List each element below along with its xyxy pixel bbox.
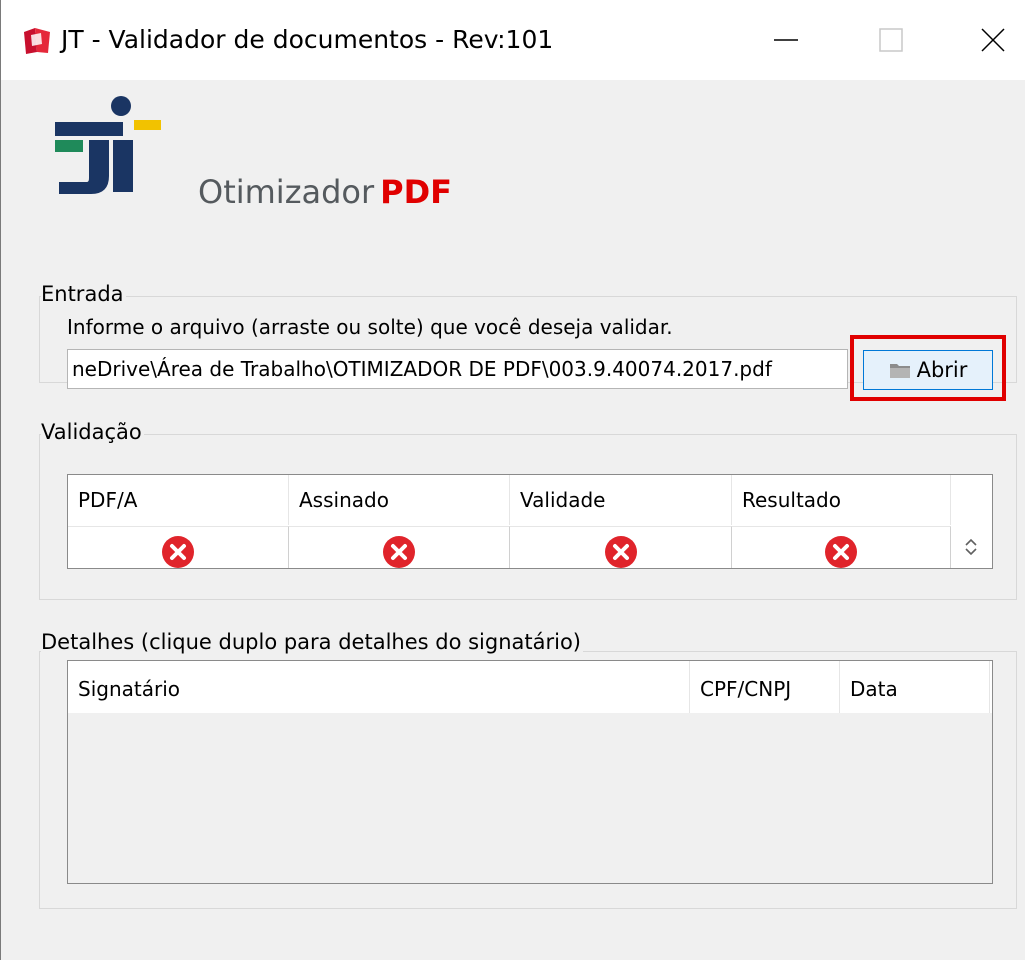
signers-col-data[interactable]: Data <box>840 661 990 713</box>
error-x-icon <box>604 536 637 568</box>
signers-table[interactable]: Signatário CPF/CNPJ Data <box>67 660 993 884</box>
signers-col-cpf-cnpj[interactable]: CPF/CNPJ <box>690 661 840 713</box>
maximize-icon <box>879 28 903 52</box>
error-x-icon <box>825 536 857 568</box>
app-window: JT - Validador de documentos - Rev:101 O <box>0 0 1025 960</box>
error-x-icon <box>162 536 194 568</box>
validation-scroll-spinner[interactable] <box>951 527 991 567</box>
validacao-label: Validação <box>41 418 144 446</box>
validation-table: PDF/A Assinado Validade Resultado <box>67 474 993 569</box>
title-bar[interactable]: JT - Validador de documentos - Rev:101 <box>1 0 1025 80</box>
entrada-label: Entrada <box>41 280 126 308</box>
signers-table-header: Signatário CPF/CNPJ Data <box>68 661 992 713</box>
entrada-hint: Informe o arquivo (arraste ou solte) que… <box>67 315 673 339</box>
product-name: Otimizador PDF <box>198 170 452 214</box>
maximize-button[interactable] <box>868 18 914 62</box>
detalhes-label: Detalhes (clique duplo para detalhes do … <box>41 628 584 656</box>
chevron-up-icon[interactable] <box>964 537 978 547</box>
validation-cell-pdfa[interactable] <box>68 526 289 568</box>
close-button[interactable] <box>970 18 1016 62</box>
signers-col-signatario[interactable]: Signatário <box>68 661 690 713</box>
validation-col-assinado[interactable]: Assinado <box>289 475 510 525</box>
validation-cell-resultado[interactable] <box>732 526 951 568</box>
validation-cell-assinado[interactable] <box>289 526 510 568</box>
minimize-button[interactable] <box>763 18 809 62</box>
file-path-input[interactable]: neDrive\Área de Trabalho\OTIMIZADOR DE P… <box>67 349 848 389</box>
jt-logo-icon <box>55 96 161 194</box>
error-x-icon <box>383 536 415 568</box>
validation-col-validade[interactable]: Validade <box>510 475 732 525</box>
validation-col-resultado[interactable]: Resultado <box>732 475 951 525</box>
minimize-icon <box>774 39 798 41</box>
validation-col-pdfa[interactable]: PDF/A <box>68 475 289 525</box>
pdf-app-icon <box>24 28 50 54</box>
highlight-box <box>850 335 1006 401</box>
close-icon <box>981 28 1005 52</box>
validation-cell-validade[interactable] <box>510 526 732 568</box>
product-prefix: Otimizador <box>198 173 375 211</box>
product-suffix: PDF <box>380 173 453 211</box>
window-title: JT - Validador de documentos - Rev:101 <box>61 25 554 54</box>
chevron-down-icon[interactable] <box>964 547 978 557</box>
